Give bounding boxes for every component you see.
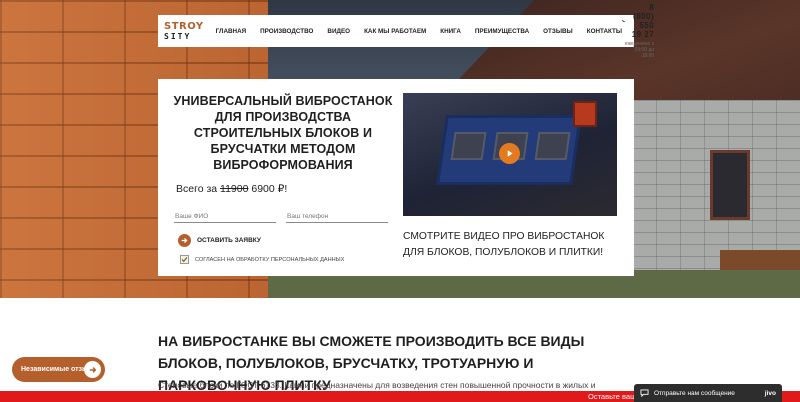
chat-label: Отправьте нам сообщение: [654, 389, 735, 397]
logo-text-top: STROY: [164, 20, 204, 32]
chat-widget[interactable]: Отправьте нам сообщение jivo: [634, 384, 782, 402]
house-window: [710, 150, 750, 220]
mold-slot: [450, 132, 487, 160]
nav-production[interactable]: ПРОИЗВОДСТВО: [260, 28, 313, 35]
checkmark-icon: [181, 257, 188, 263]
nav-contacts[interactable]: КОНТАКТЫ: [587, 28, 622, 35]
consent-label: СОГЛАСЕН НА ОБРАБОТКУ ПЕРСОНАЛЬНЫХ ДАННЫ…: [195, 256, 345, 263]
phone-number: 8 (800) 550 19 27: [631, 3, 655, 39]
video-caption: СМОТРИТЕ ВИДЕО ПРО ВИБРОСТАНОК ДЛЯ БЛОКО…: [403, 231, 605, 258]
hero-card: УНИВЕРСАЛЬНЫЙ ВИБРОСТАНОК ДЛЯ ПРОИЗВОДСТ…: [158, 79, 634, 276]
hero-title: УНИВЕРСАЛЬНЫЙ ВИБРОСТАНОК ДЛЯ ПРОИЗВОДСТ…: [173, 94, 393, 172]
header-contact: 8 (800) 550 19 27 ежедневно с 09:00 до 1…: [622, 3, 654, 59]
phone-row[interactable]: 8 (800) 550 19 27: [622, 3, 654, 39]
working-hours: ежедневно с 09:00 до 18:00: [624, 41, 655, 59]
form-fields: [172, 211, 394, 223]
logo-text-bottom: SITY: [164, 31, 192, 41]
nav-how-we-work[interactable]: КАК МЫ РАБОТАЕМ: [364, 28, 426, 35]
nav-reviews[interactable]: ОТЗЫВЫ: [543, 28, 573, 35]
play-button[interactable]: [499, 143, 520, 164]
price-new: 6900 ₽!: [251, 183, 288, 195]
control-box-image: [573, 101, 597, 127]
order-form: УНИВЕРСАЛЬНЫЙ ВИБРОСТАНОК ДЛЯ ПРОИЗВОДСТ…: [172, 93, 394, 264]
phone-icon: [622, 19, 625, 23]
arrow-right-icon: [84, 361, 101, 378]
submit-button[interactable]: ОСТАВИТЬ ЗАЯВКУ: [172, 234, 394, 247]
site-logo[interactable]: STROY SITY: [164, 20, 204, 41]
chat-bubble-icon: [640, 389, 649, 397]
nav-advantages[interactable]: ПРЕИМУЩЕСТВА: [475, 28, 529, 35]
price-prefix: Всего за: [176, 183, 218, 195]
independent-reviews-button[interactable]: Независимые отзывы: [12, 357, 105, 382]
phone-input[interactable]: [286, 211, 388, 223]
submit-label: ОСТАВИТЬ ЗАЯВКУ: [197, 237, 261, 244]
price-old: 11900: [220, 183, 249, 195]
video-thumbnail[interactable]: [403, 93, 617, 216]
site-header: STROY SITY ГЛАВНАЯ ПРОИЗВОДСТВО ВИДЕО КА…: [158, 3, 654, 59]
nav-book[interactable]: КНИГА: [440, 28, 461, 35]
section-text: Стеновые блоки по ГОСТ 6133. Камни предн…: [158, 380, 596, 390]
mold-slot: [534, 132, 571, 160]
nav-video[interactable]: ВИДЕО: [327, 28, 350, 35]
price-line: Всего за 11900 6900 ₽!: [172, 183, 394, 195]
chat-brand: jivo: [764, 389, 776, 397]
arrow-right-icon: [178, 234, 191, 247]
play-icon: [507, 150, 513, 157]
consent-row[interactable]: СОГЛАСЕН НА ОБРАБОТКУ ПЕРСОНАЛЬНЫХ ДАННЫ…: [172, 255, 394, 264]
nav-home[interactable]: ГЛАВНАЯ: [216, 28, 247, 35]
consent-checkbox[interactable]: [180, 255, 189, 264]
main-nav: ГЛАВНАЯ ПРОИЗВОДСТВО ВИДЕО КАК МЫ РАБОТА…: [216, 28, 622, 35]
name-input[interactable]: [174, 211, 276, 223]
